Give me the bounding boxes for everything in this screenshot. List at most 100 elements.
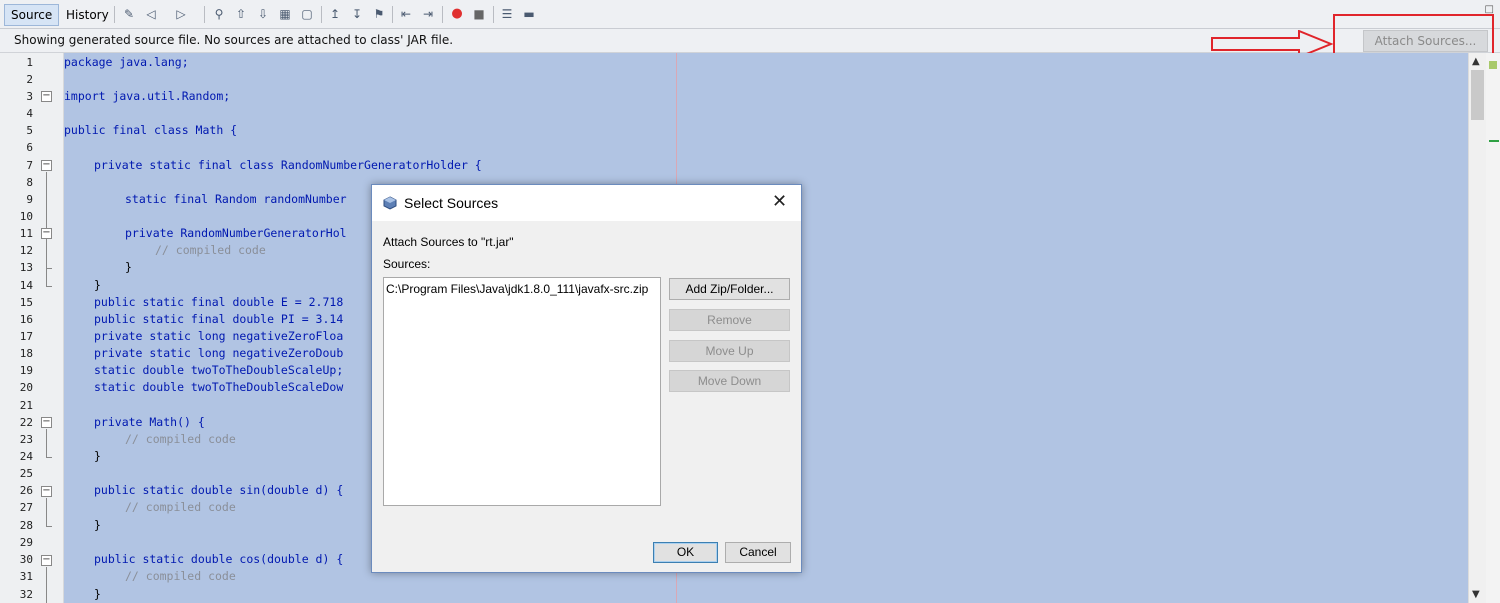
add-zip-folder-button[interactable]: Add Zip/Folder... (669, 278, 790, 300)
sources-label: Sources: (383, 257, 431, 271)
close-icon[interactable]: ✕ (772, 191, 787, 212)
remove-button[interactable]: Remove (669, 309, 790, 331)
line-number: 27 (19, 501, 33, 514)
dialog-title: Select Sources (404, 195, 499, 211)
shift-left-icon[interactable]: ⇤ (398, 6, 414, 22)
line-number: 7 (26, 159, 33, 172)
line-number: 21 (19, 399, 33, 412)
change-marker[interactable] (1489, 140, 1499, 142)
previous-bookmark-icon[interactable]: ↥ (327, 6, 343, 22)
code-line: } (94, 518, 101, 532)
line-number: 8 (26, 176, 33, 189)
line-number: 23 (19, 433, 33, 446)
code-line: static double twoToTheDoubleScaleUp; (94, 363, 344, 377)
code-comment: // compiled code (125, 500, 236, 514)
fold-collapse-icon[interactable]: − (41, 417, 52, 428)
line-number: 18 (19, 347, 33, 360)
fold-collapse-icon[interactable]: − (41, 228, 52, 239)
line-number: 31 (19, 570, 33, 583)
fold-guide-end (46, 286, 52, 287)
line-number: 24 (19, 450, 33, 463)
last-edit-icon[interactable]: ✎ (121, 6, 137, 22)
line-number: 2 (26, 73, 33, 86)
code-comment: // compiled code (125, 432, 236, 446)
tab-source[interactable]: Source (4, 4, 60, 26)
info-message: Showing generated source file. No source… (14, 33, 454, 47)
code-line: private Math() { (94, 415, 205, 429)
fold-guide (46, 567, 47, 603)
code-line: package java.lang; (64, 55, 189, 69)
fold-collapse-icon[interactable]: − (41, 91, 52, 102)
line-number: 9 (26, 193, 33, 206)
line-number: 10 (19, 210, 33, 223)
code-comment: // compiled code (155, 243, 266, 257)
list-item[interactable]: C:\Program Files\Java\jdk1.8.0_111\javaf… (386, 282, 648, 296)
dialog-title-bar[interactable]: Select Sources ✕ (372, 185, 801, 221)
line-number: 5 (26, 124, 33, 137)
code-line: private static final class RandomNumberG… (94, 158, 482, 172)
line-number: 20 (19, 381, 33, 394)
scroll-down-icon[interactable]: ▼ (1472, 589, 1480, 600)
line-number: 32 (19, 588, 33, 601)
line-number: 28 (19, 519, 33, 532)
code-line: public static double cos(double d) { (94, 552, 344, 566)
toolbar-separator (392, 6, 393, 23)
uncomment-icon[interactable]: ▬ (521, 6, 537, 22)
toggle-highlight-icon[interactable]: ▦ (277, 6, 293, 22)
line-number: 14 (19, 279, 33, 292)
fold-collapse-icon[interactable]: − (41, 160, 52, 171)
stop-macro-icon[interactable]: ■ (471, 6, 487, 22)
line-number: 1 (26, 56, 33, 69)
line-number: 4 (26, 107, 33, 120)
fold-collapse-icon[interactable]: − (41, 555, 52, 566)
fold-guide-end (46, 268, 52, 269)
start-macro-icon[interactable]: ● (449, 6, 465, 22)
code-line: } (125, 260, 132, 274)
toggle-bookmark-icon[interactable]: ⚑ (371, 6, 387, 22)
netbeans-cube-icon (383, 196, 397, 210)
fold-guide (46, 498, 47, 526)
scroll-up-icon[interactable]: ▲ (1472, 56, 1480, 67)
find-selection-icon[interactable]: ⚲ (211, 6, 227, 22)
code-line: } (94, 278, 101, 292)
move-up-button[interactable]: Move Up (669, 340, 790, 362)
toolbar-separator (321, 6, 322, 23)
status-marker-icon (1489, 61, 1497, 69)
code-comment: // compiled code (125, 569, 236, 583)
toolbar-separator (493, 6, 494, 23)
dialog-heading: Attach Sources to "rt.jar" (383, 235, 514, 249)
fold-collapse-icon[interactable]: − (41, 486, 52, 497)
line-number: 12 (19, 244, 33, 257)
tab-history[interactable]: History (59, 4, 116, 26)
editor-toolbar: Source History ✎ ◁ ▷ ⚲ ⇧ ⇩ ▦ ▢ ↥ ↧ ⚑ ⇤ ⇥… (0, 0, 1500, 29)
toolbar-separator (114, 6, 115, 23)
line-number: 13 (19, 261, 33, 274)
shift-right-icon[interactable]: ⇥ (420, 6, 436, 22)
scrollbar-thumb[interactable] (1471, 70, 1484, 120)
line-number-gutter: 1 2 3 4 5 6 7 8 9 10 11 12 13 14 15 16 1… (0, 53, 64, 603)
back-icon[interactable]: ◁ (143, 6, 159, 22)
next-bookmark-icon[interactable]: ↧ (349, 6, 365, 22)
line-number: 11 (19, 227, 33, 240)
move-down-button[interactable]: Move Down (669, 370, 790, 392)
fold-guide (46, 429, 47, 457)
forward-icon[interactable]: ▷ (173, 6, 189, 22)
code-line: public static double sin(double d) { (94, 483, 344, 497)
find-next-icon[interactable]: ⇩ (255, 6, 271, 22)
line-number: 16 (19, 313, 33, 326)
line-number: 3 (26, 90, 33, 103)
sources-list[interactable]: C:\Program Files\Java\jdk1.8.0_111\javaf… (383, 277, 661, 506)
find-previous-icon[interactable]: ⇧ (233, 6, 249, 22)
code-line: public static final double E = 2.718 (94, 295, 344, 309)
ok-button[interactable]: OK (653, 542, 718, 563)
comment-icon[interactable]: ☰ (499, 6, 515, 22)
cancel-button[interactable]: Cancel (725, 542, 791, 563)
code-line: public final class Math { (64, 123, 238, 137)
vertical-scrollbar[interactable]: ▲ ▼ (1468, 53, 1486, 603)
line-number: 19 (19, 364, 33, 377)
toolbar-separator (204, 6, 205, 23)
toggle-rect-selection-icon[interactable]: ▢ (299, 6, 315, 22)
code-line: public static final double PI = 3.14 (94, 312, 344, 326)
toolbar-separator (442, 6, 443, 23)
code-line: static double twoToTheDoubleScaleDow (94, 380, 344, 394)
